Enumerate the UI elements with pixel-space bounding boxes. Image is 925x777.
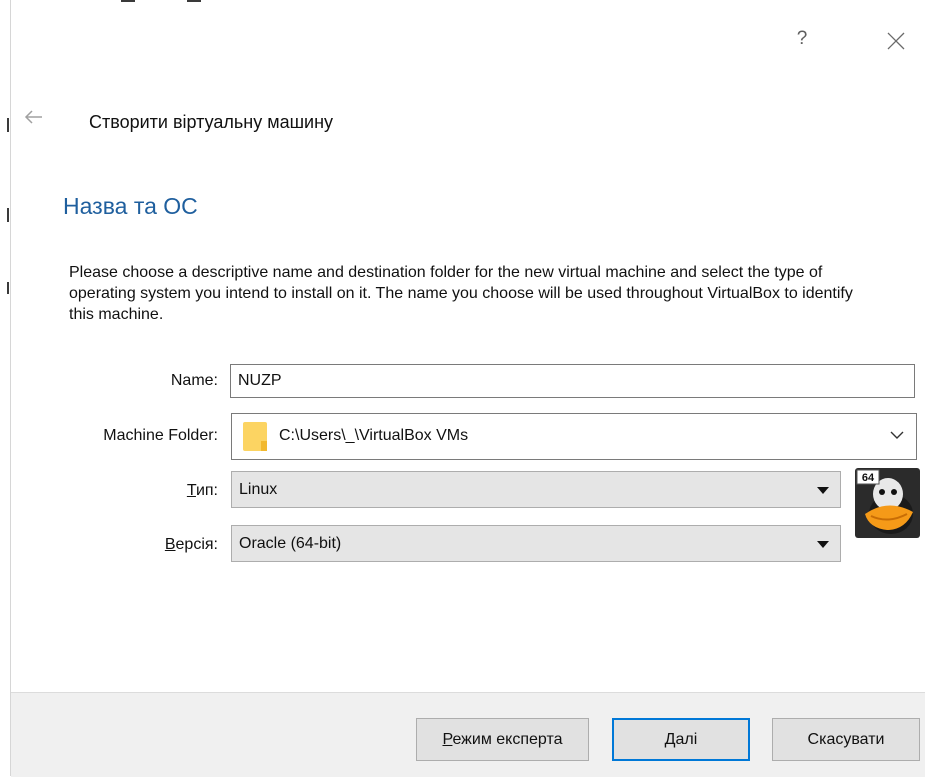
background-window-mark <box>7 282 9 294</box>
description-text: Please choose a descriptive name and des… <box>69 264 853 323</box>
name-input[interactable] <box>230 364 915 398</box>
next-accelerator: Д <box>664 731 676 748</box>
expert-mode-button[interactable]: Режим експерта <box>416 718 589 761</box>
type-label: Тип: <box>150 482 218 500</box>
folder-icon <box>243 422 267 451</box>
type-label-accelerator: Т <box>186 482 196 499</box>
machine-folder-value: C:\Users\_\VirtualBox VMs <box>279 427 469 444</box>
help-button[interactable]: ? <box>788 26 816 52</box>
machine-folder-label: Machine Folder: <box>103 427 218 444</box>
linux-penguin-icon: 64 <box>855 468 920 538</box>
cancel-button[interactable]: Скасувати <box>772 718 920 761</box>
background-window-edge <box>0 0 11 776</box>
version-label: Версія: <box>130 536 218 554</box>
expert-mode-accelerator: Р <box>442 731 453 748</box>
type-select-value: Linux <box>239 481 278 498</box>
dropdown-arrow-icon <box>817 487 829 494</box>
close-icon <box>887 32 905 50</box>
background-window-mark <box>7 118 9 132</box>
expert-mode-label: ежим експерта <box>452 731 563 748</box>
next-label: алі <box>675 731 698 748</box>
dropdown-arrow-icon <box>817 541 829 548</box>
machine-folder-combobox[interactable]: C:\Users\_\VirtualBox VMs <box>231 413 917 460</box>
version-select[interactable]: Oracle (64-bit) <box>231 525 841 562</box>
type-select[interactable]: Linux <box>231 471 841 508</box>
type-label-text: ип: <box>195 482 218 499</box>
wizard-title: Створити віртуальну машину <box>89 112 334 132</box>
section-title: Назва та ОС <box>63 193 198 219</box>
chevron-down-icon <box>890 431 904 439</box>
arrow-left-icon <box>24 110 42 124</box>
background-window-top-edge <box>11 0 925 8</box>
next-button[interactable]: Далі <box>612 718 750 761</box>
name-label: Name: <box>170 372 218 389</box>
version-label-text: ерсія: <box>175 536 218 553</box>
close-button[interactable] <box>880 26 912 54</box>
version-select-value: Oracle (64-bit) <box>239 535 342 552</box>
background-window-mark <box>7 208 9 222</box>
background-window-mark <box>121 0 135 2</box>
version-label-accelerator: В <box>164 536 176 553</box>
os-icon-badge: 64 <box>862 472 875 484</box>
back-button[interactable] <box>24 107 52 131</box>
background-window-mark <box>187 0 201 2</box>
